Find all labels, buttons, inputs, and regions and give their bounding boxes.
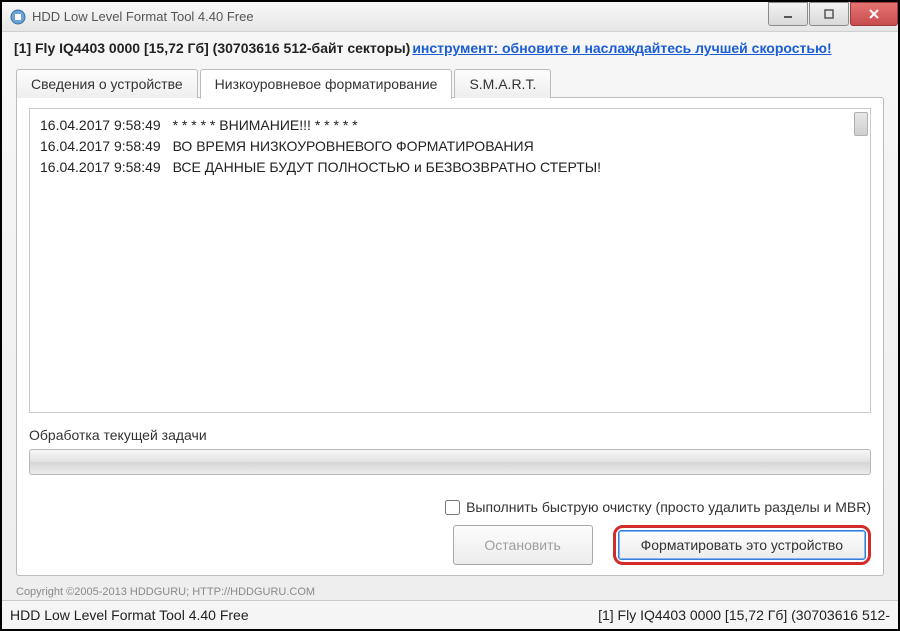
progress-bar — [29, 449, 871, 475]
log-timestamp: 16.04.2017 9:58:49 — [40, 138, 161, 154]
copyright-text: Copyright ©2005-2013 HDDGURU; HTTP://HDD… — [2, 582, 898, 600]
scrollbar-thumb[interactable] — [854, 112, 868, 136]
log-line: 16.04.2017 9:58:49 ВО ВРЕМЯ НИЗКОУРОВНЕВ… — [40, 136, 860, 157]
device-info-bar: [1] Fly IQ4403 0000 [15,72 Гб] (30703616… — [2, 32, 898, 60]
log-output[interactable]: 16.04.2017 9:58:49 * * * * * ВНИМАНИЕ!!!… — [29, 108, 871, 413]
log-line: 16.04.2017 9:58:49 ВСЕ ДАННЫЕ БУДУТ ПОЛН… — [40, 157, 860, 178]
format-device-button[interactable]: Форматировать это устройство — [618, 530, 866, 560]
app-icon — [10, 9, 26, 25]
maximize-button[interactable] — [809, 2, 849, 26]
statusbar-right: [1] Fly IQ4403 0000 [15,72 Гб] (30703616… — [598, 607, 890, 623]
progress-label: Обработка текущей задачи — [29, 427, 871, 443]
quick-wipe-checkbox[interactable] — [445, 500, 460, 515]
titlebar: HDD Low Level Format Tool 4.40 Free — [2, 2, 898, 32]
tab-low-level-format[interactable]: Низкоуровневое форматирование — [200, 69, 453, 99]
minimize-button[interactable] — [768, 2, 808, 26]
tab-smart[interactable]: S.M.A.R.T. — [454, 69, 551, 98]
main-area: Сведения о устройстве Низкоуровневое фор… — [2, 60, 898, 582]
statusbar: HDD Low Level Format Tool 4.40 Free [1] … — [2, 600, 898, 629]
window-controls — [767, 2, 898, 26]
log-message: ВСЕ ДАННЫЕ БУДУТ ПОЛНОСТЬЮ и БЕЗВОЗВРАТН… — [173, 159, 601, 175]
quick-wipe-label[interactable]: Выполнить быструю очистку (просто удалит… — [466, 499, 871, 515]
tab-device-info[interactable]: Сведения о устройстве — [16, 69, 198, 98]
highlight-ring: Форматировать это устройство — [613, 525, 871, 565]
button-row: Остановить Форматировать это устройство — [29, 525, 871, 565]
main-window: HDD Low Level Format Tool 4.40 Free [1] … — [2, 2, 898, 629]
window-title: HDD Low Level Format Tool 4.40 Free — [32, 9, 767, 24]
log-timestamp: 16.04.2017 9:58:49 — [40, 117, 161, 133]
log-message: * * * * * ВНИМАНИЕ!!! * * * * * — [173, 117, 358, 133]
close-button[interactable] — [850, 2, 898, 26]
log-message: ВО ВРЕМЯ НИЗКОУРОВНЕВОГО ФОРМАТИРОВАНИЯ — [173, 138, 534, 154]
stop-button[interactable]: Остановить — [453, 525, 593, 565]
log-line: 16.04.2017 9:58:49 * * * * * ВНИМАНИЕ!!!… — [40, 115, 860, 136]
statusbar-left: HDD Low Level Format Tool 4.40 Free — [10, 607, 598, 623]
upgrade-link[interactable]: инструмент: обновите и наслаждайтесь луч… — [412, 40, 831, 56]
log-timestamp: 16.04.2017 9:58:49 — [40, 159, 161, 175]
tab-row: Сведения о устройстве Низкоуровневое фор… — [16, 68, 884, 98]
device-summary: [1] Fly IQ4403 0000 [15,72 Гб] (30703616… — [14, 40, 410, 56]
tab-panel-low-level: 16.04.2017 9:58:49 * * * * * ВНИМАНИЕ!!!… — [16, 97, 884, 576]
quick-wipe-row: Выполнить быструю очистку (просто удалит… — [29, 499, 871, 515]
